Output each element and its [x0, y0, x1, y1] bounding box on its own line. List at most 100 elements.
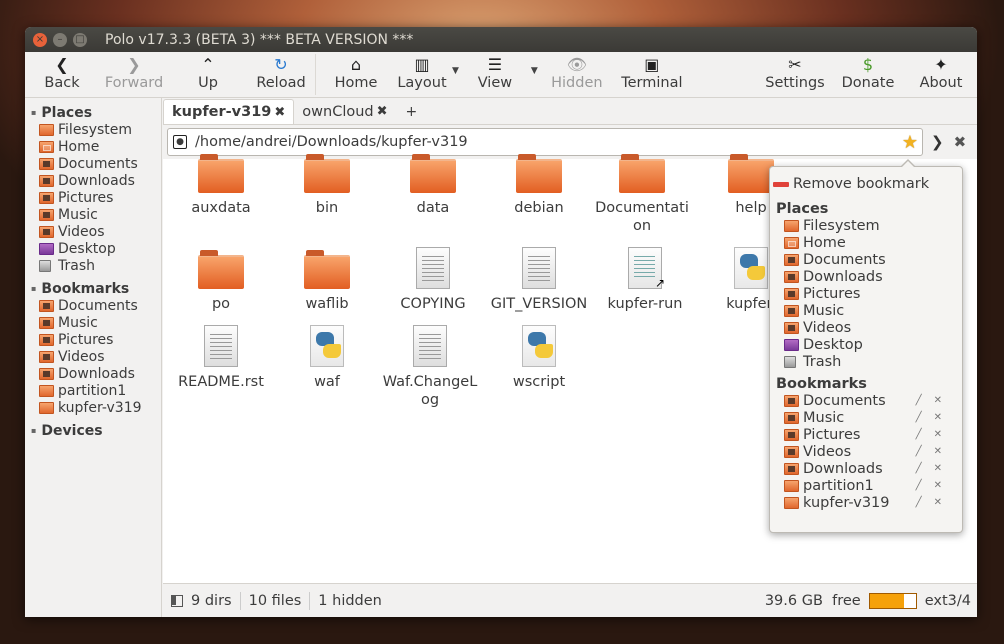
sidebar-item-videos[interactable]: Videos [25, 223, 161, 240]
sidebar-bookmark-kupfer[interactable]: kupfer-v319 [25, 399, 161, 416]
videos-folder-icon [784, 445, 799, 458]
sidebar-item-trash[interactable]: Trash [25, 257, 161, 274]
view-label: View [477, 75, 513, 91]
popover-bookmark-music[interactable]: Music ╱ ✕ [770, 409, 962, 426]
sidebar-bookmark-pictures[interactable]: Pictures [25, 331, 161, 348]
sidebar-bookmark-videos[interactable]: Videos [25, 348, 161, 365]
close-pathbar-icon[interactable]: ✖ [954, 133, 967, 151]
sidebar-bookmark-downloads[interactable]: Downloads [25, 365, 161, 382]
pictures-folder-icon [784, 428, 799, 441]
tab-owncloud[interactable]: ownCloud ✖ [294, 99, 395, 124]
popover-place-music[interactable]: Music [770, 302, 962, 319]
popover-bookmark-documents[interactable]: Documents ╱ ✕ [770, 392, 962, 409]
file-item[interactable]: Waf.ChangeLog [380, 325, 480, 409]
file-item[interactable]: waflib [274, 247, 380, 313]
file-item[interactable]: data [380, 154, 486, 217]
delete-bookmark-icon[interactable]: ✕ [934, 497, 942, 508]
home-button[interactable]: ⌂ Home [316, 52, 396, 97]
search-icon[interactable]: ● [173, 135, 187, 149]
close-tab-icon[interactable]: ✖ [274, 105, 285, 120]
forward-button[interactable]: ❯ Forward [99, 52, 169, 97]
sidebar-bookmark-partition1[interactable]: partition1 [25, 382, 161, 399]
popover-bookmark-partition1[interactable]: partition1 ╱ ✕ [770, 477, 962, 494]
path-input[interactable]: ● /home/andrei/Downloads/kupfer-v319 ★ [167, 128, 923, 156]
sidebar-item-desktop[interactable]: Desktop [25, 240, 161, 257]
delete-bookmark-icon[interactable]: ✕ [934, 446, 942, 457]
file-item[interactable]: po [168, 247, 274, 313]
file-item[interactable]: kupfer-run [592, 247, 698, 313]
popover-bookmark-pictures[interactable]: Pictures ╱ ✕ [770, 426, 962, 443]
popover-bookmark-downloads[interactable]: Downloads ╱ ✕ [770, 460, 962, 477]
sidebar-item-music[interactable]: Music [25, 206, 161, 223]
popover-place-trash[interactable]: Trash [770, 353, 962, 370]
view-dropdown-arrow[interactable]: ▼ [527, 66, 542, 76]
maximize-window-button[interactable]: □ [73, 32, 87, 47]
popover-place-downloads[interactable]: Downloads [770, 268, 962, 285]
bookmark-star-icon[interactable]: ★ [902, 132, 918, 153]
file-item[interactable]: auxdata [168, 154, 274, 217]
file-item[interactable]: README.rst [168, 325, 274, 391]
sidebar-item-documents[interactable]: Documents [25, 155, 161, 172]
sidebar-toggle-icon[interactable] [171, 594, 183, 607]
sidebar-bookmarks-header[interactable]: ▪ Bookmarks [25, 280, 161, 297]
file-item[interactable]: wscript [486, 325, 592, 391]
file-item[interactable]: waf [274, 325, 380, 391]
sidebar-item-pictures[interactable]: Pictures [25, 189, 161, 206]
layout-dropdown-arrow[interactable]: ▼ [448, 66, 463, 76]
edit-bookmark-icon[interactable]: ╱ [916, 412, 922, 423]
popover-item-label: Filesystem [803, 217, 880, 234]
terminal-button[interactable]: ▣ Terminal [612, 52, 692, 97]
delete-bookmark-icon[interactable]: ✕ [934, 429, 942, 440]
file-item[interactable]: bin [274, 154, 380, 217]
settings-button[interactable]: ✂ Settings [759, 52, 831, 97]
sidebar-bookmark-music[interactable]: Music [25, 314, 161, 331]
donate-icon: $ [862, 55, 874, 74]
popover-place-desktop[interactable]: Desktop [770, 336, 962, 353]
delete-bookmark-icon[interactable]: ✕ [934, 395, 942, 406]
close-tab-icon[interactable]: ✖ [377, 104, 388, 119]
remove-bookmark-button[interactable]: Remove bookmark [770, 173, 962, 195]
edit-bookmark-icon[interactable]: ╱ [916, 480, 922, 491]
hidden-count[interactable]: 1 hidden [318, 593, 382, 609]
view-button[interactable]: ☰ View [463, 52, 527, 97]
donate-button[interactable]: $ Donate [831, 52, 905, 97]
terminal-icon: ▣ [644, 55, 660, 74]
hidden-button[interactable]: 👁 Hidden [542, 52, 612, 97]
edit-bookmark-icon[interactable]: ╱ [916, 429, 922, 440]
sidebar-item-home[interactable]: Home [25, 138, 161, 155]
sidebar-places-header[interactable]: ▪ Places [25, 104, 161, 121]
popover-place-documents[interactable]: Documents [770, 251, 962, 268]
up-button[interactable]: ⌃ Up [169, 52, 247, 97]
edit-bookmark-icon[interactable]: ╱ [916, 395, 922, 406]
popover-place-pictures[interactable]: Pictures [770, 285, 962, 302]
file-item[interactable]: COPYING [380, 247, 486, 313]
edit-bookmark-icon[interactable]: ╱ [916, 497, 922, 508]
file-item[interactable]: Documentation [592, 154, 692, 235]
delete-bookmark-icon[interactable]: ✕ [934, 463, 942, 474]
layout-button[interactable]: ▥ Layout [396, 52, 448, 97]
new-tab-button[interactable]: + [396, 99, 428, 124]
delete-bookmark-icon[interactable]: ✕ [934, 412, 942, 423]
minimize-window-button[interactable]: – [53, 32, 67, 47]
popover-place-home[interactable]: Home [770, 234, 962, 251]
reload-button[interactable]: ↻ Reload [247, 52, 315, 97]
sidebar-devices-header[interactable]: ▪ Devices [25, 422, 161, 439]
edit-bookmark-icon[interactable]: ╱ [916, 463, 922, 474]
edit-bookmark-icon[interactable]: ╱ [916, 446, 922, 457]
popover-place-filesystem[interactable]: Filesystem [770, 217, 962, 234]
python-file-icon [734, 247, 768, 289]
popover-bookmark-kupfer[interactable]: kupfer-v319 ╱ ✕ [770, 494, 962, 511]
delete-bookmark-icon[interactable]: ✕ [934, 480, 942, 491]
about-button[interactable]: ✦ About [905, 52, 977, 97]
tab-kupfer[interactable]: kupfer-v319 ✖ [163, 99, 295, 124]
popover-place-videos[interactable]: Videos [770, 319, 962, 336]
sidebar-item-filesystem[interactable]: Filesystem [25, 121, 161, 138]
sidebar-bookmark-documents[interactable]: Documents [25, 297, 161, 314]
popover-bookmark-videos[interactable]: Videos ╱ ✕ [770, 443, 962, 460]
close-window-button[interactable]: × [33, 32, 47, 47]
go-arrow-icon[interactable]: ❯ [931, 133, 944, 151]
file-item[interactable]: debian [486, 154, 592, 217]
back-button[interactable]: ❮ Back [25, 52, 99, 97]
file-item[interactable]: GIT_VERSION [486, 247, 592, 313]
sidebar-item-downloads[interactable]: Downloads [25, 172, 161, 189]
